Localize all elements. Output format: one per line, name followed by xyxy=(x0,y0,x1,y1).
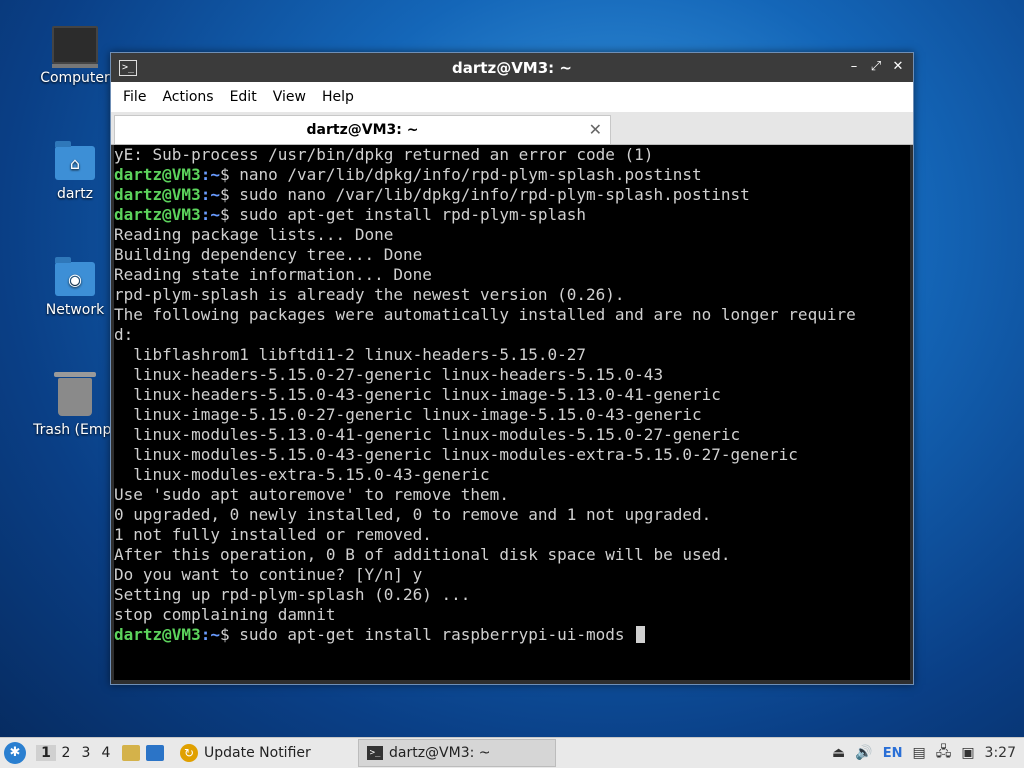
text-cursor xyxy=(636,626,646,643)
maximize-button[interactable]: ⤢ xyxy=(867,58,885,76)
task-label: Update Notifier xyxy=(204,745,311,761)
terminal-icon: >_ xyxy=(367,746,383,760)
terminal-line: Building dependency tree... Done xyxy=(114,245,423,264)
keyboard-layout[interactable]: EN xyxy=(883,746,903,761)
clipboard-icon[interactable]: ▤ xyxy=(912,745,925,761)
task-label: dartz@VM3: ~ xyxy=(389,745,491,761)
tab-label: dartz@VM3: ~ xyxy=(306,122,419,138)
terminal-line: stop complaining damnit xyxy=(114,605,336,624)
tab-close-icon[interactable]: ✕ xyxy=(589,120,602,139)
prompt-user: dartz@VM3 xyxy=(114,165,201,184)
tab-terminal[interactable]: dartz@VM3: ~ ✕ xyxy=(114,115,611,144)
terminal-line: d: xyxy=(114,325,134,344)
trash-icon xyxy=(54,372,96,416)
menu-bar: File Actions Edit View Help xyxy=(111,82,913,112)
terminal-line: linux-modules-extra-5.15.0-43-generic xyxy=(114,465,490,484)
terminal-line: rpd-plym-splash is already the newest ve… xyxy=(114,285,625,304)
terminal-window: >_ dartz@VM3: ~ – ⤢ ✕ File Actions Edit … xyxy=(110,52,914,685)
terminal-line: linux-headers-5.15.0-27-generic linux-he… xyxy=(114,365,664,384)
prompt-path: :~ xyxy=(200,185,220,204)
workspace-2[interactable]: 2 xyxy=(56,745,76,761)
workspace-3[interactable]: 3 xyxy=(76,745,96,761)
prompt-path: :~ xyxy=(200,205,220,224)
menu-file[interactable]: File xyxy=(115,89,154,105)
clock[interactable]: 3:27 xyxy=(985,745,1016,761)
tab-bar: dartz@VM3: ~ ✕ xyxy=(111,112,913,145)
terminal-line: linux-headers-5.15.0-43-generic linux-im… xyxy=(114,385,721,404)
terminal-line: Reading package lists... Done xyxy=(114,225,394,244)
terminal-line: 1 not fully installed or removed. xyxy=(114,525,432,544)
taskbar: ✱ 1 2 3 4 ↻ Update Notifier >_ dartz@VM3… xyxy=(0,737,1024,768)
command-text: $ nano /var/lib/dpkg/info/rpd-plym-splas… xyxy=(219,165,702,184)
terminal-line: Do you want to continue? [Y/n] y xyxy=(114,565,423,584)
menu-view[interactable]: View xyxy=(265,89,314,105)
workspace-1[interactable]: 1 xyxy=(36,745,56,761)
terminal-line: Setting up rpd-plym-splash (0.26) ... xyxy=(114,585,471,604)
start-menu-icon[interactable]: ✱ xyxy=(4,742,26,764)
system-tray: ⏏ 🔊 EN ▤ 🖧 ▣ 3:27 xyxy=(832,741,1024,765)
notification-icon[interactable]: ▣ xyxy=(961,745,974,761)
update-notifier-icon: ↻ xyxy=(180,744,198,762)
prompt-user: dartz@VM3 xyxy=(114,205,201,224)
terminal-line: dartz@VM3:~$ nano /var/lib/dpkg/info/rpd… xyxy=(114,165,910,185)
eject-icon[interactable]: ⏏ xyxy=(832,745,845,761)
network-folder-icon: ◉ xyxy=(55,257,95,296)
command-text: $ sudo nano /var/lib/dpkg/info/rpd-plym-… xyxy=(219,185,750,204)
task-update-notifier[interactable]: ↻ Update Notifier xyxy=(172,740,358,766)
menu-edit[interactable]: Edit xyxy=(222,89,265,105)
minimize-button[interactable]: – xyxy=(845,58,863,76)
task-terminal[interactable]: >_ dartz@VM3: ~ xyxy=(358,739,556,767)
prompt-path: :~ xyxy=(200,625,220,644)
terminal-line: libflashrom1 libftdi1-2 linux-headers-5.… xyxy=(114,345,587,364)
terminal-line: The following packages were automaticall… xyxy=(114,305,856,324)
prompt-path: :~ xyxy=(200,165,220,184)
workspace-4[interactable]: 4 xyxy=(96,745,116,761)
terminal-line: dartz@VM3:~$ sudo nano /var/lib/dpkg/inf… xyxy=(114,185,910,205)
window-titlebar[interactable]: >_ dartz@VM3: ~ – ⤢ ✕ xyxy=(111,53,913,82)
command-text: $ sudo apt-get install raspberrypi-ui-mo… xyxy=(219,625,635,644)
window-title: dartz@VM3: ~ xyxy=(452,58,572,77)
home-folder-icon: ⌂ xyxy=(55,141,95,180)
menu-help[interactable]: Help xyxy=(314,89,362,105)
show-desktop-icon[interactable] xyxy=(146,745,164,761)
close-button[interactable]: ✕ xyxy=(889,58,907,76)
terminal-line: Reading state information... Done xyxy=(114,265,432,284)
file-manager-icon[interactable] xyxy=(122,745,140,761)
terminal-line: dartz@VM3:~$ sudo apt-get install raspbe… xyxy=(114,625,910,645)
prompt-user: dartz@VM3 xyxy=(114,185,201,204)
terminal-line: linux-modules-5.15.0-43-generic linux-mo… xyxy=(114,445,798,464)
terminal-output[interactable]: yE: Sub-process /usr/bin/dpkg returned a… xyxy=(114,145,910,680)
volume-icon[interactable]: 🔊 xyxy=(855,745,872,761)
terminal-line: linux-modules-5.13.0-41-generic linux-mo… xyxy=(114,425,741,444)
terminal-line: 0 upgraded, 0 newly installed, 0 to remo… xyxy=(114,505,712,524)
computer-icon xyxy=(52,26,98,68)
terminal-line: dartz@VM3:~$ sudo apt-get install rpd-pl… xyxy=(114,205,910,225)
menu-actions[interactable]: Actions xyxy=(154,89,221,105)
command-text: $ sudo apt-get install rpd-plym-splash xyxy=(219,205,587,224)
terminal-line: linux-image-5.15.0-27-generic linux-imag… xyxy=(114,405,702,424)
terminal-line: Use 'sudo apt autoremove' to remove them… xyxy=(114,485,509,504)
network-icon[interactable]: 🖧 xyxy=(936,741,952,765)
terminal-line: After this operation, 0 B of additional … xyxy=(114,545,731,564)
terminal-line: yE: Sub-process /usr/bin/dpkg returned a… xyxy=(114,145,654,164)
prompt-user: dartz@VM3 xyxy=(114,625,201,644)
